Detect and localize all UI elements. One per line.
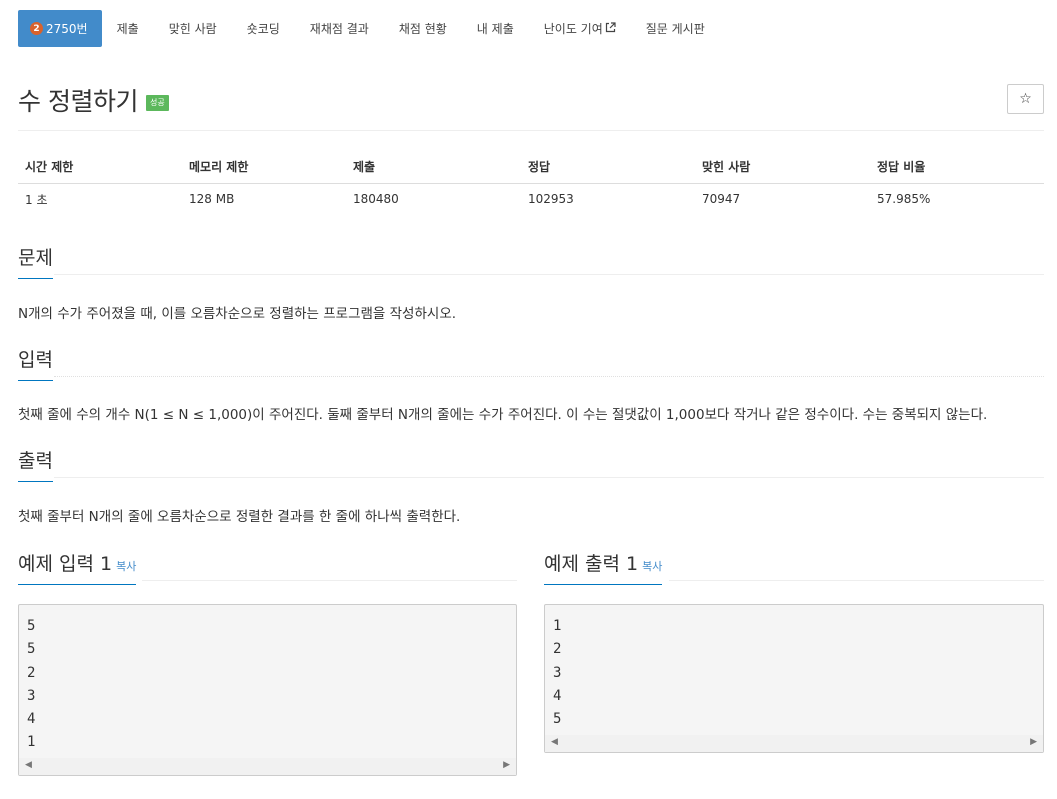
arrow-right-icon[interactable]: ▶ <box>1030 737 1037 747</box>
nav-submit[interactable]: 제출 <box>117 10 139 47</box>
sample-input-line: 5 <box>27 641 36 658</box>
nav-short-coding[interactable]: 숏코딩 <box>247 10 280 47</box>
arrow-right-icon[interactable]: ▶ <box>503 760 510 770</box>
sample-input-heading-row: 예제 입력 1 복사 <box>18 549 137 585</box>
sample-input-line: 4 <box>27 711 36 728</box>
output-heading: 출력 <box>18 446 53 482</box>
sample-output-line: 5 <box>553 711 562 728</box>
memory-limit-value: 128 MB <box>189 192 235 207</box>
header-accepted: 정답 <box>521 150 695 184</box>
input-text: 첫째 줄에 수의 개수 N(1 ≤ N ≤ 1,000)이 주어진다. 둘째 줄… <box>18 407 988 423</box>
nav-difficulty-contribution[interactable]: 난이도 기여 <box>544 10 616 47</box>
input-section-heading: 입력 <box>18 345 53 381</box>
sample-output-line: 1 <box>553 618 562 634</box>
header-accept-ratio: 정답 비율 <box>870 150 1044 184</box>
description-section-heading: 문제 <box>18 243 53 279</box>
sample-input-lines: 5 5 2 3 4 1 <box>19 605 516 755</box>
header-memory-limit: 메모리 제한 <box>182 150 346 184</box>
table-header-row: 시간 제한 메모리 제한 제출 정답 맞힌 사람 정답 비율 <box>18 150 1044 184</box>
nav-status[interactable]: 채점 현황 <box>399 10 447 47</box>
problem-title: 수 정렬하기 <box>18 87 138 116</box>
sample-input-line: 5 <box>27 618 36 634</box>
sample-output-line: 2 <box>553 641 562 658</box>
copy-sample-input-link[interactable]: 복사 <box>116 560 136 573</box>
output-text: 첫째 줄부터 N개의 줄에 오름차순으로 정렬한 결과를 한 줄에 하나씩 출력… <box>18 509 461 525</box>
sample-output-line: 3 <box>553 664 562 681</box>
table-row: 1 초 128 MB 180480 102953 70947 57.985% <box>18 183 1044 215</box>
description-divider <box>54 274 1044 275</box>
sample-input-scrollbar[interactable]: ◀ ▶ <box>19 758 516 775</box>
external-link-icon <box>605 21 616 36</box>
nav-rejudge-results[interactable]: 재채점 결과 <box>310 10 369 47</box>
problem-number: 2750번 <box>46 22 88 36</box>
output-divider <box>54 477 1044 478</box>
tier-badge-icon: 2 <box>30 22 43 35</box>
problem-nav: 2 2750번 제출 맞힌 사람 숏코딩 재채점 결과 채점 현황 내 제출 난… <box>18 10 720 47</box>
accept-ratio-value: 57.985% <box>877 192 931 207</box>
header-submissions: 제출 <box>346 150 521 184</box>
output-section-heading: 출력 <box>18 446 53 482</box>
description-heading: 문제 <box>18 243 53 279</box>
title-divider <box>18 130 1044 131</box>
problem-title-row: 수 정렬하기 성공 <box>18 82 169 118</box>
nav-problem-tab[interactable]: 2 2750번 <box>18 10 102 47</box>
sample-output-heading-wrap: 예제 출력 1 복사 <box>544 549 663 585</box>
description-text: N개의 수가 주어졌을 때, 이를 오름차순으로 정렬하는 프로그램을 작성하시… <box>18 306 457 322</box>
nav-solvers[interactable]: 맞힌 사람 <box>169 10 217 47</box>
status-badge: 성공 <box>145 95 169 111</box>
arrow-left-icon[interactable]: ◀ <box>25 760 32 770</box>
sample-output-heading: 예제 출력 1 <box>544 553 639 575</box>
sample-input-line: 1 <box>27 734 36 751</box>
sample-input-divider <box>142 580 517 581</box>
submissions-value: 180480 <box>353 192 399 207</box>
sample-input-line: 2 <box>27 664 36 681</box>
sample-output-lines: 1 2 3 4 5 <box>545 605 1043 731</box>
nav-qna-board[interactable]: 질문 게시판 <box>646 10 705 47</box>
copy-sample-output-link[interactable]: 복사 <box>642 560 662 573</box>
sample-input-heading: 예제 입력 1 <box>18 553 113 575</box>
star-button[interactable]: ☆ <box>1007 84 1044 114</box>
header-time-limit: 시간 제한 <box>18 150 182 184</box>
sample-input-box[interactable]: 5 5 2 3 4 1 ◀ ▶ <box>18 604 517 776</box>
accepted-value: 102953 <box>528 192 574 207</box>
problem-info-table: 시간 제한 메모리 제한 제출 정답 맞힌 사람 정답 비율 1 초 128 M… <box>18 150 1044 215</box>
input-heading: 입력 <box>18 345 53 381</box>
header-solvers: 맞힌 사람 <box>695 150 870 184</box>
sample-output-box[interactable]: 1 2 3 4 5 ◀ ▶ <box>544 604 1044 753</box>
solvers-value: 70947 <box>702 192 741 207</box>
sample-input-heading-wrap: 예제 입력 1 복사 <box>18 549 137 585</box>
sample-input-line: 3 <box>27 687 36 704</box>
sample-output-heading-row: 예제 출력 1 복사 <box>544 549 663 585</box>
star-outline-icon: ☆ <box>1019 91 1032 107</box>
nav-my-submissions[interactable]: 내 제출 <box>477 10 514 47</box>
sample-output-divider <box>669 580 1044 581</box>
nav-difficulty-label: 난이도 기여 <box>543 22 603 36</box>
sample-output-scrollbar[interactable]: ◀ ▶ <box>545 735 1043 752</box>
sample-output-line: 4 <box>553 687 562 704</box>
time-limit-value: 1 초 <box>25 192 48 207</box>
input-divider <box>54 376 1044 377</box>
arrow-left-icon[interactable]: ◀ <box>551 737 558 747</box>
